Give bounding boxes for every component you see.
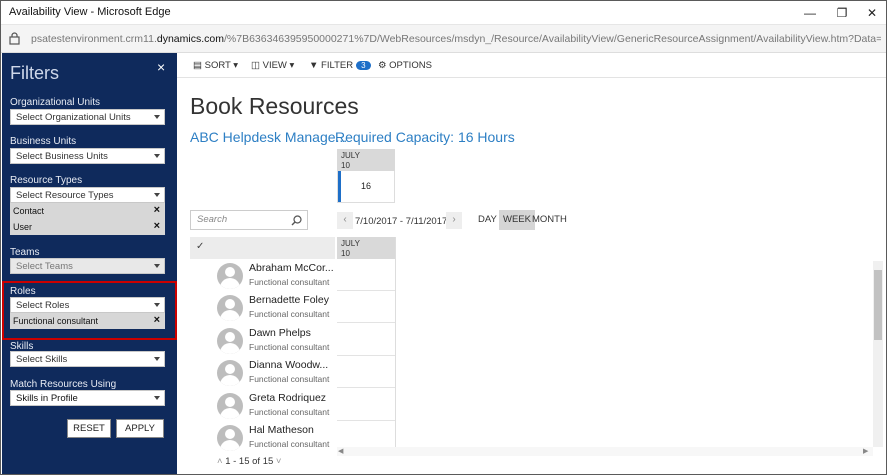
filters-heading: Filters <box>10 63 59 83</box>
minimize-button[interactable]: — <box>795 3 825 23</box>
resource-role: Functional consultant <box>249 342 330 352</box>
avatar <box>217 360 243 386</box>
match-resources-label: Match Resources Using <box>10 379 117 390</box>
window-title: Availability View - Microsoft Edge <box>9 6 171 18</box>
remove-icon[interactable]: × <box>154 220 160 232</box>
resource-role: Functional consultant <box>249 309 330 319</box>
resource-role: Functional consultant <box>249 374 330 384</box>
avatar <box>217 328 243 354</box>
filters-panel: Filters × Organizational Units Select Or… <box>2 53 177 474</box>
reset-button[interactable]: RESET <box>67 419 111 438</box>
resource-row[interactable]: Hal Matheson Functional consultant <box>190 421 335 453</box>
resource-name: Dianna Woodw... <box>249 359 329 371</box>
date-range: 7/10/2017 - 7/11/2017 <box>355 216 448 227</box>
resource-role: Functional consultant <box>249 277 330 287</box>
resource-row[interactable]: Greta Rodriquez Functional consultant <box>190 389 335 421</box>
grid-row[interactable] <box>337 259 395 291</box>
avatar <box>217 425 243 451</box>
browser-window: Availability View - Microsoft Edge — ❐ ✕… <box>0 0 887 475</box>
grid-row[interactable] <box>337 356 395 388</box>
apply-button[interactable]: APPLY <box>116 419 164 438</box>
day-view-button[interactable]: DAY <box>474 210 501 230</box>
teams-label: Teams <box>10 247 40 258</box>
grid-date-header: JULY 10 <box>337 237 395 259</box>
sort-button[interactable]: ▤ SORT ▾ <box>193 60 238 71</box>
search-input[interactable]: Search <box>190 210 308 230</box>
grid-row[interactable] <box>337 291 395 323</box>
next-date-button[interactable]: › <box>446 212 462 229</box>
resource-row[interactable]: Dawn Phelps Functional consultant <box>190 324 335 356</box>
availability-grid: JULY 10 <box>337 237 396 447</box>
scrollbar-thumb[interactable] <box>874 270 882 340</box>
resource-type-chip-user: User × <box>10 219 165 235</box>
match-resources-select[interactable]: Skills in Profile <box>10 390 165 406</box>
resource-name: Bernadette Foley <box>249 294 329 306</box>
pager-text: 1 - 15 of 15 <box>225 456 274 467</box>
lock-icon <box>9 32 20 45</box>
teams-select[interactable]: Select Teams <box>10 258 165 274</box>
filter-count-badge: 3 <box>356 61 371 70</box>
required-capacity: Required Capacity: 16 Hours <box>335 129 515 145</box>
business-units-label: Business Units <box>10 136 77 147</box>
month-view-button[interactable]: MONTH <box>528 210 571 230</box>
search-icon <box>291 215 302 226</box>
resource-name: Greta Rodriquez <box>249 392 327 404</box>
prev-page-icon[interactable]: ˄ <box>217 456 223 467</box>
roles-highlight <box>2 281 177 340</box>
close-filters-icon[interactable]: × <box>157 59 165 75</box>
maximize-button[interactable]: ❐ <box>827 3 857 23</box>
resource-types-label: Resource Types <box>10 175 83 186</box>
chevron-down-icon <box>154 396 160 400</box>
scroll-right-icon[interactable]: ▶ <box>863 447 868 455</box>
toolbar: ▤ SORT ▾ ◫ VIEW ▾ ▼ FILTER 3 ⚙ OPTIONS <box>177 53 886 78</box>
resource-row[interactable]: Dianna Woodw... Functional consultant <box>190 356 335 388</box>
title-bar: Availability View - Microsoft Edge — ❐ ✕ <box>1 1 886 25</box>
resource-row[interactable]: Abraham McCor... Functional consultant <box>190 259 335 291</box>
skills-select[interactable]: Select Skills <box>10 351 165 367</box>
view-button[interactable]: ◫ VIEW ▾ <box>251 60 294 71</box>
resource-types-select[interactable]: Select Resource Types <box>10 187 165 203</box>
resource-type-chip-contact: Contact × <box>10 203 165 219</box>
resource-name: Abraham McCor... <box>249 262 334 274</box>
resource-role: Functional consultant <box>249 439 330 449</box>
remove-icon[interactable]: × <box>154 204 160 216</box>
resource-role: Functional consultant <box>249 407 330 417</box>
page-title: Book Resources <box>190 93 359 119</box>
resource-row[interactable]: Bernadette Foley Functional consultant <box>190 291 335 323</box>
business-units-select[interactable]: Select Business Units <box>10 148 165 164</box>
chevron-down-icon <box>154 154 160 158</box>
scroll-left-icon[interactable]: ◀ <box>338 447 343 455</box>
chevron-down-icon <box>154 115 160 119</box>
chevron-down-icon <box>154 193 160 197</box>
grid-row[interactable] <box>337 324 395 356</box>
capacity-cell: 16 <box>337 171 395 203</box>
requirement-link[interactable]: ABC Helpdesk Manage... <box>190 129 347 145</box>
filter-button[interactable]: ▼ FILTER 3 <box>309 60 371 71</box>
grid-row[interactable] <box>337 389 395 421</box>
next-page-icon[interactable]: ˅ <box>276 456 282 467</box>
org-units-label: Organizational Units <box>10 97 101 108</box>
avatar <box>217 295 243 321</box>
resource-name: Hal Matheson <box>249 424 314 436</box>
vertical-scrollbar[interactable] <box>873 261 883 447</box>
select-all-checkbox[interactable]: ✓ <box>190 237 335 259</box>
horizontal-scrollbar[interactable]: ◀ ▶ <box>337 447 873 456</box>
address-bar[interactable]: psatestenvironment.crm11.dynamics.com/%7… <box>1 25 886 53</box>
resource-name: Dawn Phelps <box>249 327 311 339</box>
prev-date-button[interactable]: ‹ <box>337 212 353 229</box>
capacity-date-header: JULY 10 <box>337 149 395 171</box>
pager: ˄ 1 - 15 of 15 ˅ <box>217 456 281 467</box>
close-window-button[interactable]: ✕ <box>857 3 886 23</box>
org-units-select[interactable]: Select Organizational Units <box>10 109 165 125</box>
url-text[interactable]: psatestenvironment.crm11.dynamics.com/%7… <box>31 33 881 45</box>
chevron-down-icon <box>154 357 160 361</box>
avatar <box>217 393 243 419</box>
main-content: ▤ SORT ▾ ◫ VIEW ▾ ▼ FILTER 3 ⚙ OPTIONS Bo… <box>177 53 886 474</box>
avatar <box>217 263 243 289</box>
options-button[interactable]: ⚙ OPTIONS <box>378 60 432 71</box>
chevron-down-icon <box>154 264 160 268</box>
